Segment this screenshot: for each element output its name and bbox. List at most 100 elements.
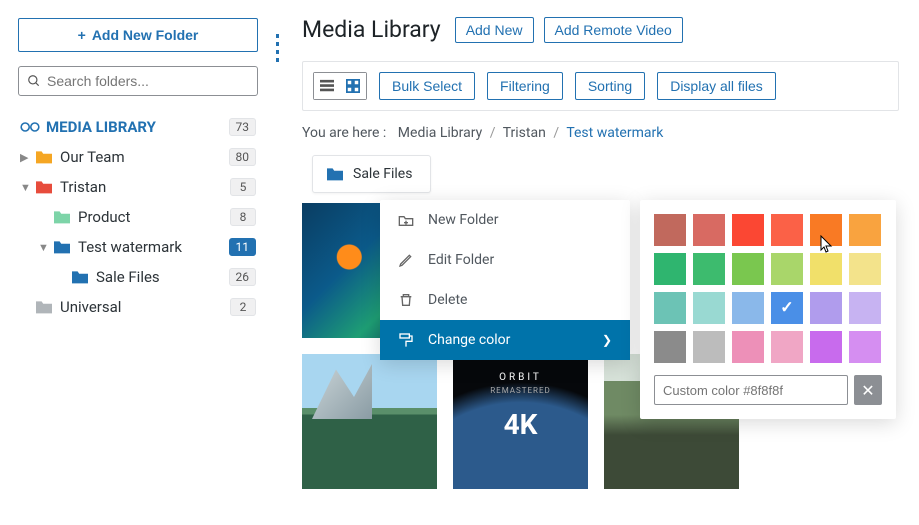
sidebar-item-universal[interactable]: Universal 2 (18, 292, 258, 322)
tree-root-label: MEDIA LIBRARY (46, 118, 229, 136)
cm-new-folder[interactable]: New Folder (380, 200, 630, 240)
add-remote-video-button[interactable]: Add Remote Video (544, 17, 683, 43)
media-thumb[interactable] (302, 354, 437, 489)
color-swatch[interactable] (771, 214, 803, 246)
color-swatch[interactable] (693, 331, 725, 363)
sidebar-item-count: 11 (229, 238, 257, 256)
thumb-overlay-text: 4K (453, 408, 588, 441)
color-swatch[interactable] (771, 331, 803, 363)
color-swatch[interactable] (771, 253, 803, 285)
breadcrumb: You are here : Media Library / Tristan /… (302, 125, 899, 141)
toolbar: Bulk Select Filtering Sorting Display al… (302, 61, 899, 111)
color-swatch[interactable] (732, 331, 764, 363)
sidebar-item-our-team[interactable]: ▶ Our Team 80 (18, 142, 258, 172)
sidebar-item-label: Universal (60, 298, 230, 316)
search-folders-input-wrap[interactable] (18, 66, 258, 96)
display-all-files-button[interactable]: Display all files (657, 72, 776, 100)
grid-icon (346, 79, 360, 93)
folder-chip-label: Sale Files (353, 166, 412, 182)
media-thumb[interactable]: ORBIT REMASTERED 4K (453, 354, 588, 489)
color-swatch[interactable] (732, 214, 764, 246)
color-swatch[interactable] (654, 214, 686, 246)
sidebar-item-count: 5 (230, 178, 256, 196)
sidebar-item-count: 2 (230, 298, 256, 316)
list-view-button[interactable] (314, 73, 340, 99)
cm-label: Edit Folder (428, 252, 494, 268)
cm-label: Delete (428, 292, 467, 308)
add-new-folder-button[interactable]: + Add New Folder (18, 18, 258, 52)
tree-root[interactable]: MEDIA LIBRARY 73 (18, 112, 258, 142)
folder-icon (52, 239, 72, 255)
folder-icon (325, 166, 345, 182)
color-swatch[interactable] (732, 253, 764, 285)
sidebar-item-test-watermark[interactable]: ▼ Test watermark 11 (36, 232, 258, 262)
close-button[interactable]: ✕ (854, 375, 882, 405)
pencil-icon (398, 252, 414, 268)
search-input[interactable] (47, 73, 249, 89)
chevron-right-icon: ❯ (602, 333, 612, 347)
chevron-down-icon: ▼ (38, 241, 52, 254)
color-swatch[interactable] (771, 292, 803, 324)
sidebar: + Add New Folder MEDIA LIBRARY 73 ▶ Our … (0, 0, 276, 525)
new-folder-icon (398, 213, 414, 227)
sidebar-item-count: 80 (229, 148, 257, 166)
add-new-button[interactable]: Add New (455, 17, 534, 43)
sidebar-item-tristan[interactable]: ▼ Tristan 5 (18, 172, 258, 202)
color-swatch[interactable] (732, 292, 764, 324)
thumb-overlay-text: REMASTERED (453, 386, 588, 395)
page-header: Media Library Add New Add Remote Video (302, 16, 899, 43)
breadcrumb-link[interactable]: Tristan (503, 125, 546, 141)
color-swatch[interactable] (654, 292, 686, 324)
folder-icon (70, 269, 90, 285)
color-swatch[interactable] (654, 331, 686, 363)
search-icon (27, 74, 41, 88)
cm-label: Change color (428, 332, 510, 348)
folder-chip[interactable]: Sale Files (312, 155, 431, 193)
sidebar-item-label: Sale Files (96, 268, 229, 286)
grid-view-button[interactable] (340, 73, 366, 99)
context-menu: New Folder Edit Folder Delete Change col… (380, 200, 630, 360)
chevron-right-icon: ▶ (20, 151, 34, 164)
color-swatch[interactable] (810, 331, 842, 363)
color-swatch[interactable] (849, 253, 881, 285)
breadcrumb-current: Test watermark (566, 125, 663, 141)
sidebar-item-label: Test watermark (78, 238, 229, 256)
view-toggle (313, 72, 367, 100)
folder-icon (34, 149, 54, 165)
sidebar-item-label: Product (78, 208, 230, 226)
color-swatch[interactable] (849, 331, 881, 363)
custom-color-input[interactable] (654, 375, 848, 405)
cm-delete[interactable]: Delete (380, 280, 630, 320)
tree-root-count: 73 (229, 118, 257, 136)
list-icon (320, 79, 334, 93)
add-folder-label: Add New Folder (92, 27, 199, 43)
color-swatch[interactable] (693, 214, 725, 246)
chevron-down-icon: ▼ (20, 181, 34, 194)
color-swatch[interactable] (849, 214, 881, 246)
cm-change-color[interactable]: Change color ❯ (380, 320, 630, 360)
cursor-icon (820, 235, 834, 257)
sidebar-item-product[interactable]: Product 8 (36, 202, 258, 232)
folder-icon (34, 179, 54, 195)
color-swatch[interactable] (693, 253, 725, 285)
bulk-select-button[interactable]: Bulk Select (379, 72, 475, 100)
color-swatch[interactable] (693, 292, 725, 324)
trash-icon (398, 292, 414, 308)
breadcrumb-link[interactable]: Media Library (398, 125, 482, 141)
filtering-button[interactable]: Filtering (487, 72, 563, 100)
folder-icon (52, 209, 72, 225)
cm-edit-folder[interactable]: Edit Folder (380, 240, 630, 280)
folder-icon (34, 299, 54, 315)
color-swatch[interactable] (810, 253, 842, 285)
breadcrumb-prefix: You are here : (302, 125, 386, 141)
sorting-button[interactable]: Sorting (575, 72, 645, 100)
plus-icon: + (78, 27, 86, 43)
sidebar-item-label: Our Team (60, 148, 229, 166)
color-picker-panel: ✕ (640, 200, 896, 419)
color-swatch[interactable] (654, 253, 686, 285)
color-swatch[interactable] (849, 292, 881, 324)
paint-roller-icon (398, 332, 414, 348)
color-swatch[interactable] (810, 292, 842, 324)
sidebar-item-sale-files[interactable]: Sale Files 26 (54, 262, 258, 292)
cm-label: New Folder (428, 212, 498, 228)
